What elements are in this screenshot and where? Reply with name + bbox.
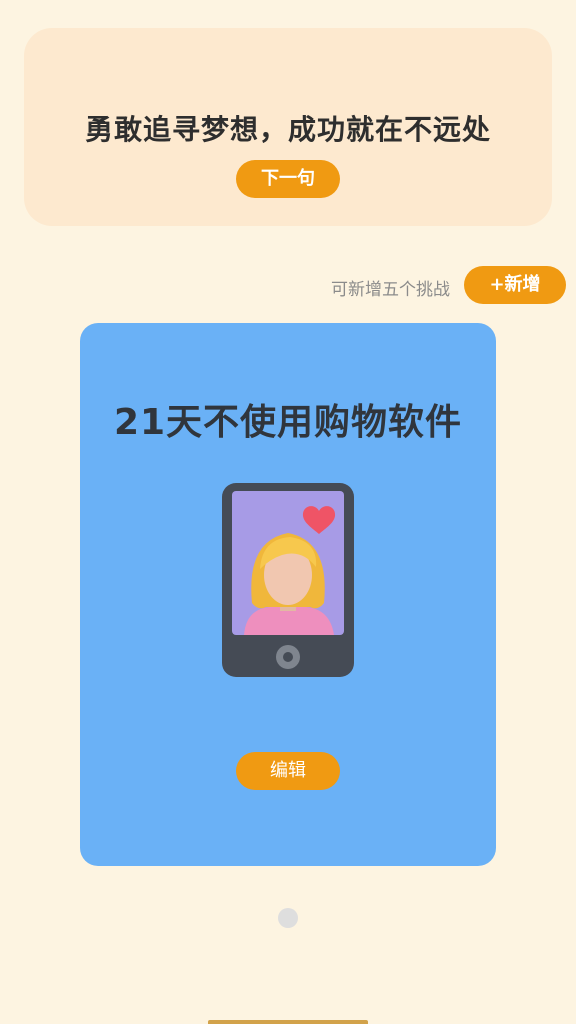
phone-selfie-heart-icon xyxy=(222,483,354,677)
challenge-card[interactable]: 21天不使用购物软件 编辑 xyxy=(80,323,496,866)
next-quote-button[interactable]: 下一句 xyxy=(236,160,340,198)
bottom-sheet-handle xyxy=(208,1020,368,1024)
challenge-title: 21天不使用购物软件 xyxy=(113,402,463,443)
pagination-dot xyxy=(278,908,298,928)
challenge-limit-hint: 可新增五个挑战 xyxy=(331,280,450,300)
quote-card: 勇敢追寻梦想，成功就在不远处 下一句 xyxy=(24,28,552,226)
add-challenge-button[interactable]: +新增 xyxy=(464,266,566,304)
quote-text: 勇敢追寻梦想，成功就在不远处 xyxy=(84,113,491,146)
edit-challenge-button[interactable]: 编辑 xyxy=(236,752,340,790)
